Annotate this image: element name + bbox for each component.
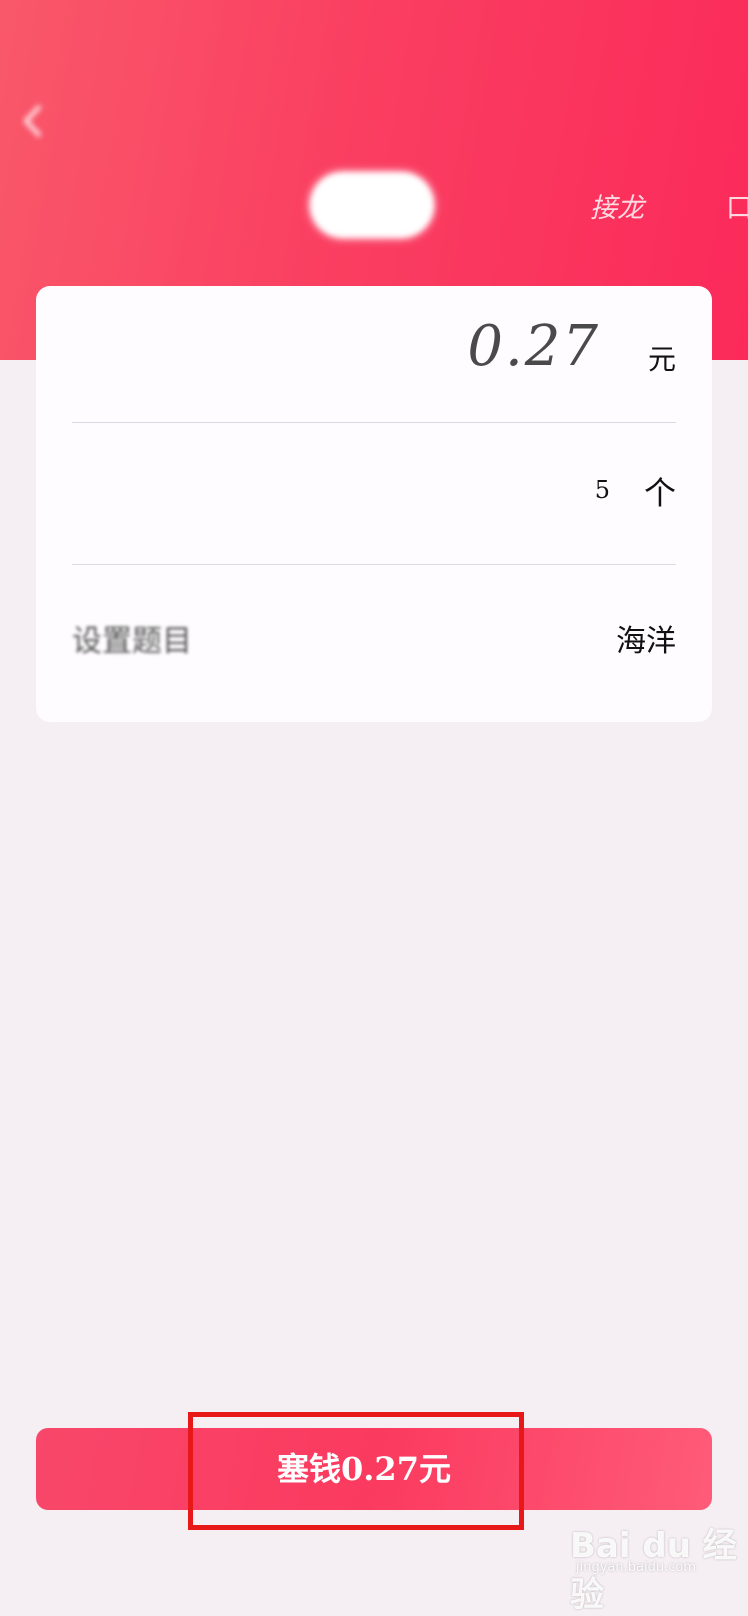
red-packet-form-card: 0.27 元 5 个 设置题目 海洋	[36, 286, 712, 722]
row-divider	[72, 564, 676, 565]
count-unit: 个	[643, 474, 676, 512]
count-value: 5	[594, 476, 610, 504]
submit-money-button[interactable]: 塞钱0.27元	[36, 1428, 712, 1510]
amount-row[interactable]: 0.27 元	[72, 286, 676, 431]
status-bar	[0, 0, 748, 80]
chevron-left-icon-graphic	[23, 104, 42, 138]
tab-6[interactable]: 口	[726, 186, 748, 225]
chevron-left-icon[interactable]	[14, 96, 54, 146]
tab-3-active[interactable]	[310, 172, 434, 238]
row-divider	[72, 422, 676, 423]
count-row[interactable]: 5 个	[72, 424, 676, 569]
amount-value: 0.27	[467, 314, 600, 379]
watermark-sub: jingyan.baidu.com	[576, 1560, 696, 1575]
tab-bar: 接龙 口	[0, 172, 748, 244]
amount-unit: 元	[647, 343, 676, 376]
submit-money-label: 塞钱0.27元	[277, 1450, 451, 1488]
topic-value: 海洋	[616, 624, 676, 659]
topic-row[interactable]: 设置题目 海洋	[72, 566, 676, 711]
tab-jielong[interactable]: 接龙	[590, 186, 644, 225]
baidu-jingyan-watermark: Bai du 经验 jingyan.baidu.com	[570, 1518, 740, 1615]
topic-label: 设置题目	[72, 624, 192, 659]
